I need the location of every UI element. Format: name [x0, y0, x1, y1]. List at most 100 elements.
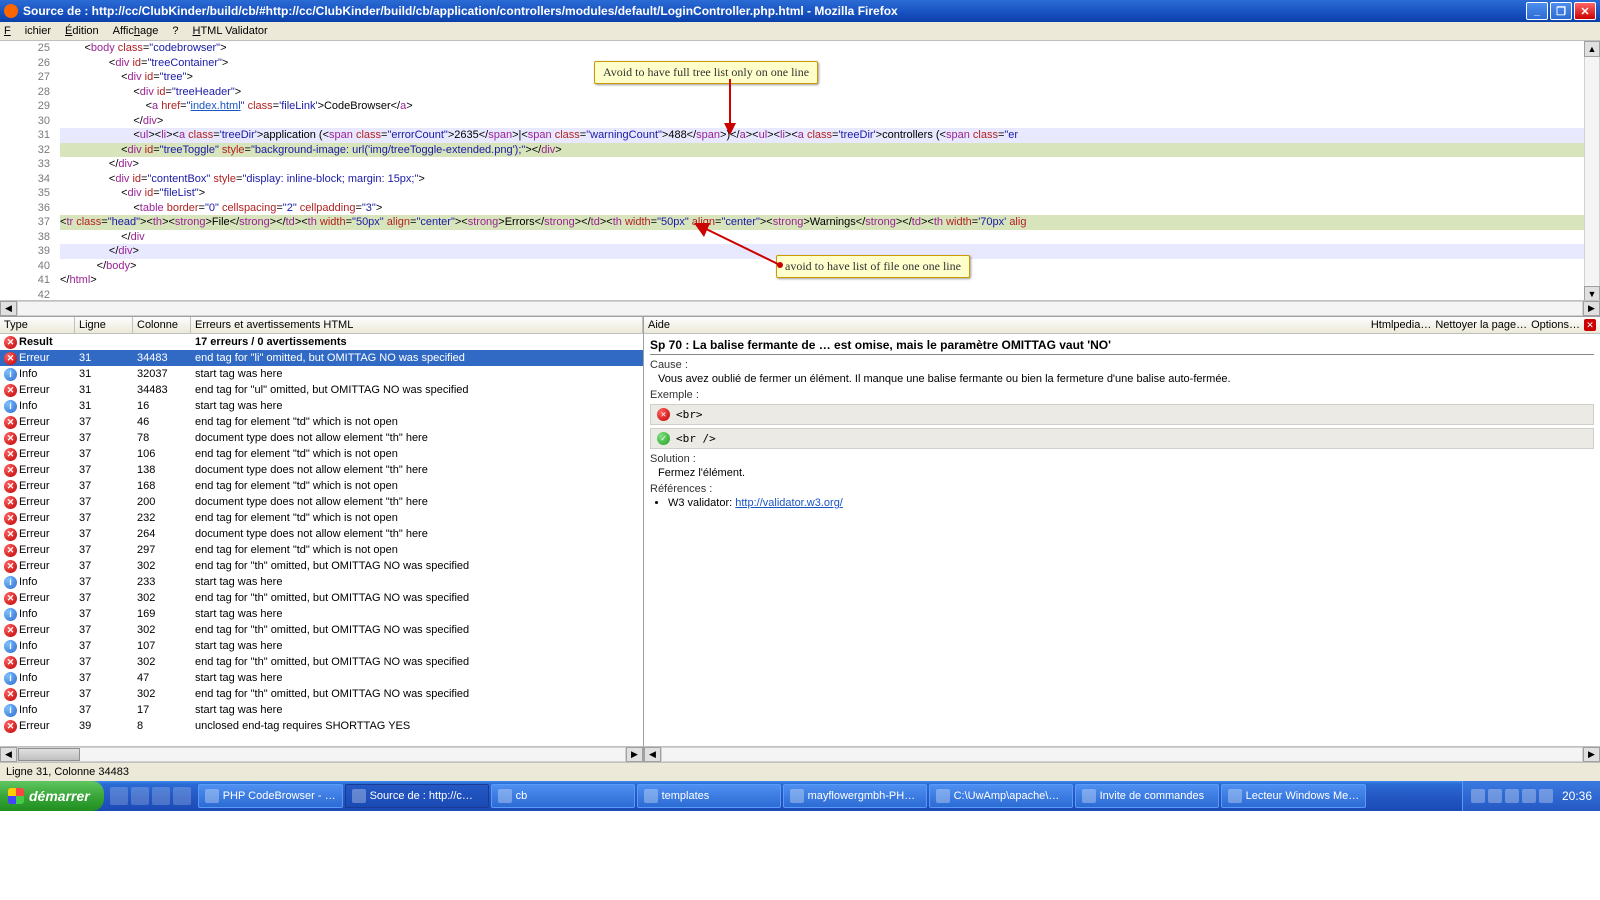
- error-row[interactable]: iInfo37169start tag was here: [0, 606, 643, 622]
- htmlpedia-link[interactable]: Htmlpedia…: [1371, 319, 1432, 331]
- tray-icon[interactable]: [1522, 789, 1536, 803]
- error-row[interactable]: ✕Erreur37106end tag for element "td" whi…: [0, 446, 643, 462]
- cause-text: Vous avez oublié de fermer un élément. I…: [658, 373, 1594, 385]
- task-item[interactable]: templates: [637, 784, 781, 808]
- col-line[interactable]: Ligne: [75, 317, 133, 333]
- help-body: Sp 70 : La balise fermante de … est omis…: [644, 334, 1600, 746]
- error-row[interactable]: iInfo3717start tag was here: [0, 702, 643, 718]
- system-tray: 20:36: [1462, 781, 1600, 811]
- error-row[interactable]: ✕Erreur3134483end tag for "ul" omitted, …: [0, 382, 643, 398]
- help-toolbar: Aide Htmlpedia… Nettoyer la page… Option…: [644, 317, 1600, 334]
- taskbar: démarrer PHP CodeBrowser - …Source de : …: [0, 781, 1600, 811]
- ref-item: W3 validator: http://validator.w3.org/: [668, 497, 1594, 509]
- help-title: Sp 70 : La balise fermante de … est omis…: [650, 338, 1594, 355]
- error-row[interactable]: iInfo3116start tag was here: [0, 398, 643, 414]
- help-label: Aide: [648, 319, 670, 331]
- ref-link[interactable]: http://validator.w3.org/: [735, 497, 843, 509]
- quick-launch: [110, 787, 191, 805]
- ok-icon: ✓: [657, 432, 670, 445]
- error-row[interactable]: ✕Erreur37200document type does not allow…: [0, 494, 643, 510]
- line-gutter: 252627282930313233343536373839404142: [0, 41, 55, 302]
- error-row[interactable]: iInfo37107start tag was here: [0, 638, 643, 654]
- example-label: Exemple :: [650, 389, 1594, 401]
- error-row[interactable]: ✕Erreur3778document type does not allow …: [0, 430, 643, 446]
- options-link[interactable]: Options…: [1531, 319, 1580, 331]
- example-bad: ✕<br>: [650, 404, 1594, 425]
- quicklaunch-item[interactable]: [173, 787, 191, 805]
- task-item[interactable]: Invite de commandes: [1075, 784, 1219, 808]
- cause-label: Cause :: [650, 359, 1594, 371]
- validator-panels: Type Ligne Colonne Erreurs et avertissem…: [0, 316, 1600, 762]
- quicklaunch-item[interactable]: [131, 787, 149, 805]
- source-view: 252627282930313233343536373839404142 <bo…: [0, 41, 1600, 316]
- error-row[interactable]: iInfo37233start tag was here: [0, 574, 643, 590]
- task-item[interactable]: PHP CodeBrowser - …: [198, 784, 343, 808]
- error-row[interactable]: ✕Erreur37302end tag for "th" omitted, bu…: [0, 622, 643, 638]
- col-msg[interactable]: Erreurs et avertissements HTML: [191, 317, 643, 333]
- error-row[interactable]: ✕Erreur37232end tag for element "td" whi…: [0, 510, 643, 526]
- scroll-up-icon[interactable]: ▲: [1584, 41, 1600, 57]
- solution-label: Solution :: [650, 453, 1594, 465]
- status-text: Ligne 31, Colonne 34483: [6, 766, 129, 778]
- vertical-scrollbar[interactable]: ▲ ▼: [1584, 41, 1600, 302]
- scroll-left-icon[interactable]: ◀: [0, 301, 17, 316]
- help-hscroll[interactable]: ◀▶: [644, 746, 1600, 762]
- status-bar: Ligne 31, Colonne 34483: [0, 762, 1600, 781]
- error-row[interactable]: ✕Erreur3134483end tag for "li" omitted, …: [0, 350, 643, 366]
- errors-hscroll[interactable]: ◀▶: [0, 746, 643, 762]
- error-row[interactable]: ✕Erreur37297end tag for element "td" whi…: [0, 542, 643, 558]
- close-button[interactable]: ✕: [1574, 2, 1596, 20]
- col-type[interactable]: Type: [0, 317, 75, 333]
- error-row[interactable]: ✕Erreur37302end tag for "th" omitted, bu…: [0, 590, 643, 606]
- task-items: PHP CodeBrowser - …Source de : http://c……: [197, 784, 1368, 808]
- start-button[interactable]: démarrer: [0, 781, 104, 811]
- error-row[interactable]: ✕Erreur37264document type does not allow…: [0, 526, 643, 542]
- menu-help[interactable]: ?: [172, 25, 178, 37]
- error-row[interactable]: iInfo3747start tag was here: [0, 670, 643, 686]
- menu-html-validator[interactable]: HTML Validator: [192, 25, 267, 37]
- task-item[interactable]: Source de : http://c…: [345, 784, 489, 808]
- refs-label: Références :: [650, 483, 1594, 495]
- menu-view[interactable]: Affichage: [113, 25, 159, 37]
- clean-page-link[interactable]: Nettoyer la page…: [1435, 319, 1527, 331]
- tray-icon[interactable]: [1471, 789, 1485, 803]
- error-row[interactable]: iInfo3132037start tag was here: [0, 366, 643, 382]
- quicklaunch-item[interactable]: [152, 787, 170, 805]
- help-panel: Aide Htmlpedia… Nettoyer la page… Option…: [644, 317, 1600, 762]
- task-item[interactable]: cb: [491, 784, 635, 808]
- error-row[interactable]: ✕Erreur37302end tag for "th" omitted, bu…: [0, 558, 643, 574]
- window-title: Source de : http://cc/ClubKinder/build/c…: [23, 4, 898, 18]
- error-row[interactable]: ✕Erreur37168end tag for element "td" whi…: [0, 478, 643, 494]
- error-row[interactable]: ✕Erreur37302end tag for "th" omitted, bu…: [0, 654, 643, 670]
- task-item[interactable]: Lecteur Windows Me…: [1221, 784, 1367, 808]
- clock: 20:36: [1562, 789, 1592, 803]
- errors-header: Type Ligne Colonne Erreurs et avertissem…: [0, 317, 643, 334]
- firefox-icon: [4, 4, 18, 18]
- horizontal-scrollbar[interactable]: ◀ ▶: [0, 300, 1600, 316]
- tray-icon[interactable]: [1488, 789, 1502, 803]
- error-row[interactable]: ✕Erreur398unclosed end-tag requires SHOR…: [0, 718, 643, 734]
- menu-edit[interactable]: Édition: [65, 25, 99, 37]
- annotation-callout-2: avoid to have list of file one one line: [776, 255, 970, 278]
- window-titlebar: Source de : http://cc/ClubKinder/build/c…: [0, 0, 1600, 22]
- task-item[interactable]: C:\UwAmp\apache\…: [929, 784, 1073, 808]
- error-icon: ✕: [657, 408, 670, 421]
- tray-icon[interactable]: [1505, 789, 1519, 803]
- task-item[interactable]: mayflowergmbh-PH…: [783, 784, 927, 808]
- error-row[interactable]: ✕Erreur3746end tag for element "td" whic…: [0, 414, 643, 430]
- error-row[interactable]: ✕Erreur37302end tag for "th" omitted, bu…: [0, 686, 643, 702]
- error-row[interactable]: ✕Erreur37138document type does not allow…: [0, 462, 643, 478]
- maximize-button[interactable]: ❐: [1550, 2, 1572, 20]
- col-col[interactable]: Colonne: [133, 317, 191, 333]
- menu-file[interactable]: Fichier: [4, 25, 51, 37]
- menubar: Fichier Édition Affichage ? HTML Validat…: [0, 22, 1600, 41]
- errors-list[interactable]: ✕Result17 erreurs / 0 avertissements✕Err…: [0, 334, 643, 746]
- errors-panel: Type Ligne Colonne Erreurs et avertissem…: [0, 317, 644, 762]
- minimize-button[interactable]: _: [1526, 2, 1548, 20]
- scroll-right-icon[interactable]: ▶: [1583, 301, 1600, 316]
- tray-icon[interactable]: [1539, 789, 1553, 803]
- close-help-icon[interactable]: ✕: [1584, 319, 1596, 331]
- solution-text: Fermez l'élément.: [658, 467, 1594, 479]
- annotation-callout-1: Avoid to have full tree list only on one…: [594, 61, 818, 84]
- quicklaunch-item[interactable]: [110, 787, 128, 805]
